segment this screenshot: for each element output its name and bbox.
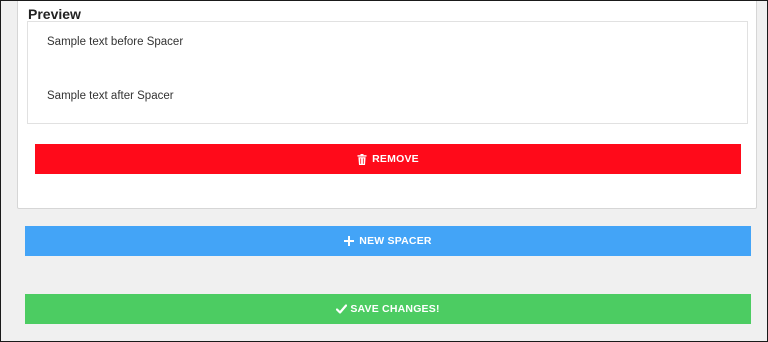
save-changes-button-label: SAVE CHANGES! xyxy=(350,303,440,315)
sample-text-after: Sample text after Spacer xyxy=(47,90,174,102)
new-spacer-button[interactable]: NEW SPACER xyxy=(25,226,751,256)
plus-icon xyxy=(344,236,355,246)
preview-title: Preview xyxy=(28,6,81,22)
app-frame: Preview Sample text before Spacer Sample… xyxy=(0,0,768,342)
preview-box: Sample text before Spacer Sample text af… xyxy=(27,21,748,124)
new-spacer-button-label: NEW SPACER xyxy=(359,235,432,247)
remove-button-label: REMOVE xyxy=(372,153,419,165)
spacer-card: Preview Sample text before Spacer Sample… xyxy=(17,1,757,209)
sample-text-before: Sample text before Spacer xyxy=(47,36,184,48)
checkmark-icon xyxy=(336,304,348,314)
trash-icon xyxy=(357,153,367,165)
remove-button[interactable]: REMOVE xyxy=(35,144,741,174)
save-changes-button[interactable]: SAVE CHANGES! xyxy=(25,294,751,324)
